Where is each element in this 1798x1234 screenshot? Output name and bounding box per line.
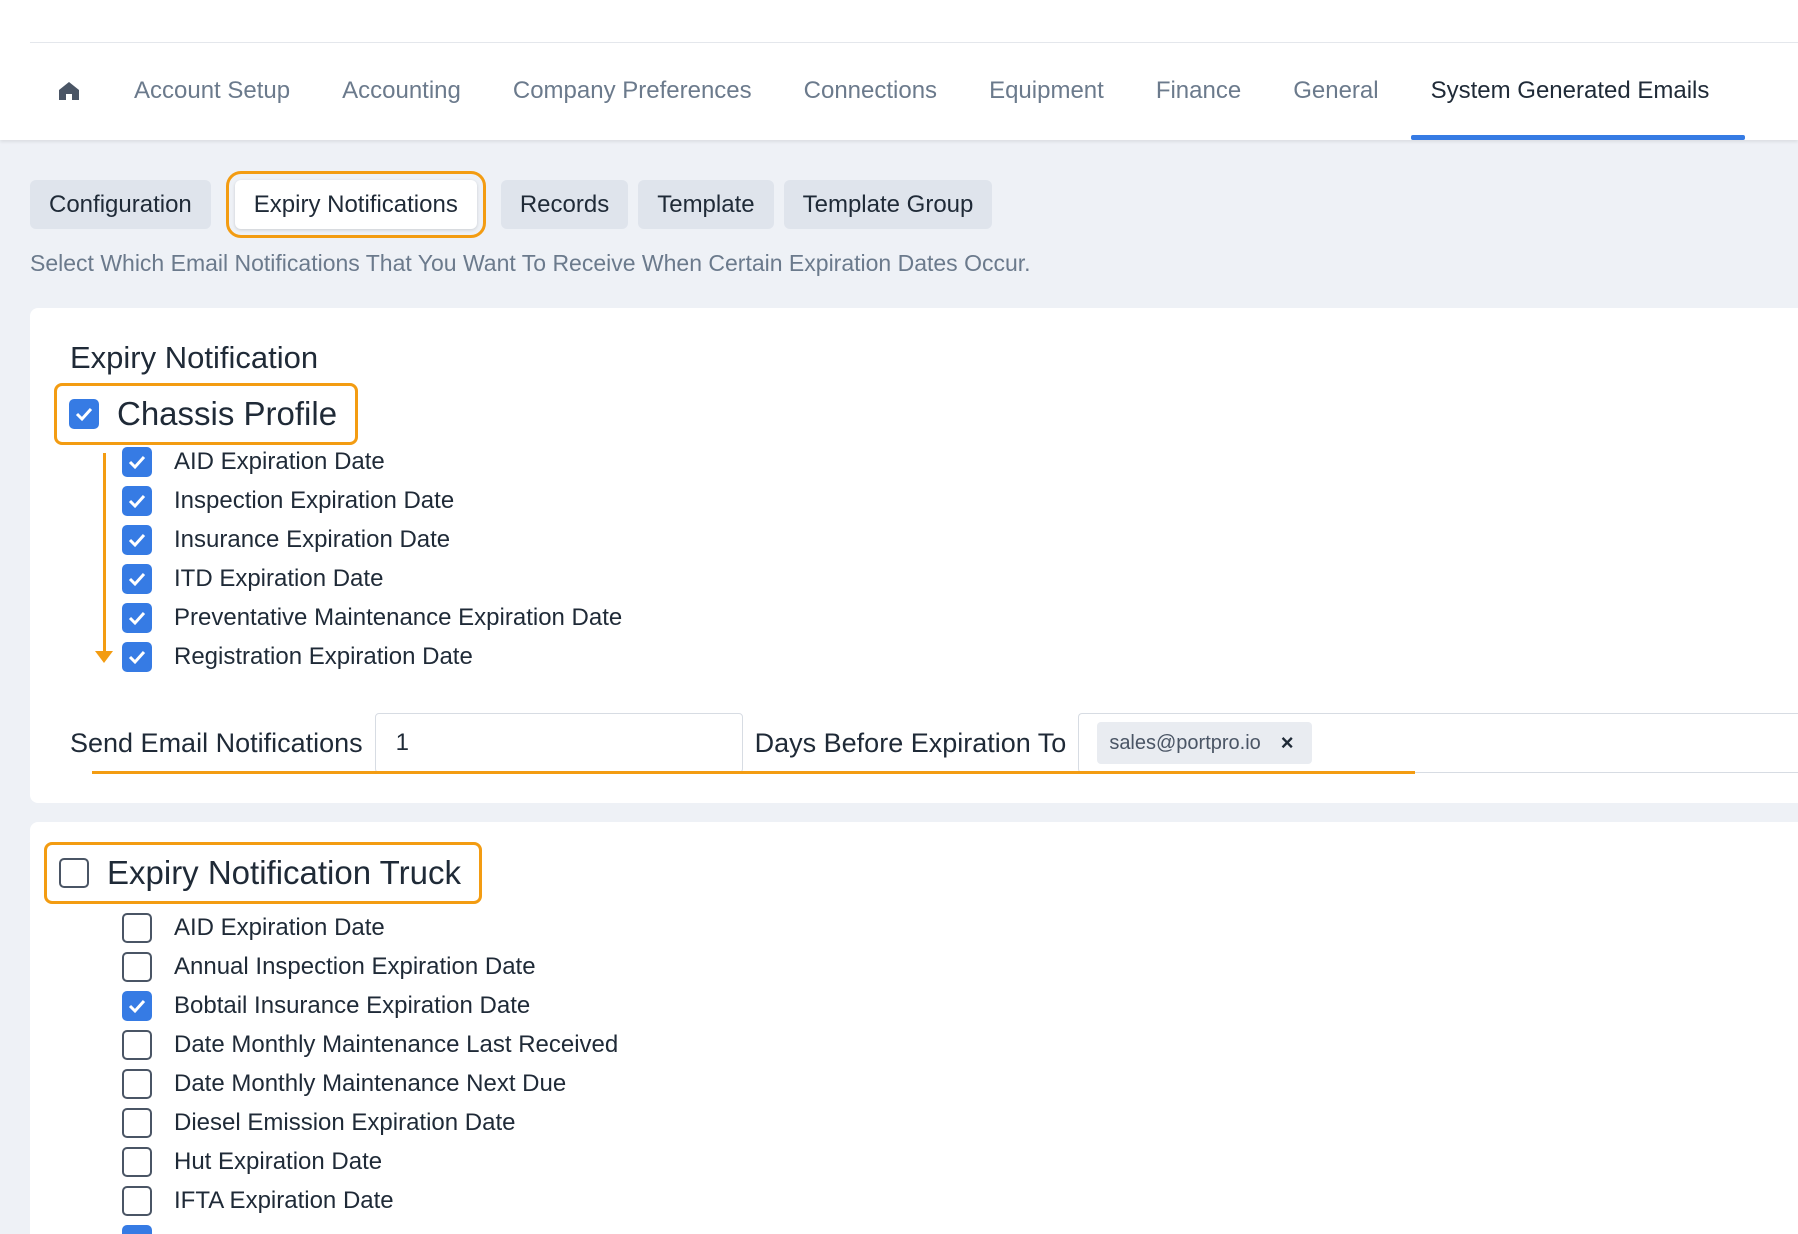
- item-checkbox[interactable]: [122, 641, 152, 672]
- item-checkbox[interactable]: [122, 563, 152, 594]
- days-before-input[interactable]: 1: [374, 713, 743, 773]
- item-label: Inspection Expiration Date: [174, 486, 455, 514]
- item-checkbox[interactable]: [122, 446, 152, 477]
- item-checkbox[interactable]: [122, 485, 152, 516]
- nav-connections[interactable]: Connections: [778, 42, 963, 140]
- tab-records[interactable]: Records: [500, 180, 629, 229]
- list-item[interactable]: IFTA Expiration Date: [122, 1181, 618, 1220]
- item-checkbox[interactable]: [122, 1224, 152, 1234]
- nav-equipment[interactable]: Equipment: [963, 42, 1130, 140]
- item-label: Registration Expiration Date: [174, 642, 473, 670]
- item-checkbox[interactable]: [122, 990, 152, 1021]
- email-chip-label: sales@portpro.io: [1109, 731, 1261, 754]
- item-checkbox[interactable]: [122, 1185, 152, 1216]
- check-icon: [128, 611, 146, 625]
- tab-template-group[interactable]: Template Group: [783, 180, 993, 229]
- top-header: Account Setup Accounting Company Prefere…: [0, 0, 1798, 140]
- truck-group-label: Expiry Notification Truck: [107, 854, 461, 891]
- item-checkbox[interactable]: [122, 1107, 152, 1138]
- item-label: IFTA Expiration Date: [174, 1186, 394, 1214]
- chassis-notification-card: Expiry Notification Chassis Profile AID …: [30, 308, 1798, 803]
- section-title: Expiry Notification: [70, 340, 319, 375]
- arrow-head-icon: [95, 651, 113, 663]
- nav-company-preferences[interactable]: Company Preferences: [487, 42, 778, 140]
- home-icon[interactable]: [30, 42, 108, 140]
- help-text: Select Which Email Notifications That Yo…: [30, 250, 1031, 276]
- item-label: Bobtail Insurance Expiration Date: [174, 991, 531, 1019]
- nav-accounting[interactable]: Accounting: [316, 42, 487, 140]
- truck-notification-card: Expiry Notification Truck AID Expiration…: [30, 822, 1798, 1234]
- item-checkbox[interactable]: [122, 602, 152, 633]
- item-checkbox[interactable]: [122, 1068, 152, 1099]
- list-item[interactable]: Bobtail Insurance Expiration Date: [122, 986, 618, 1025]
- list-item[interactable]: AID Expiration Date: [122, 442, 622, 481]
- item-checkbox[interactable]: [122, 524, 152, 555]
- nav-system-generated-emails[interactable]: System Generated Emails: [1405, 42, 1746, 140]
- check-icon: [142, 1233, 144, 1234]
- item-label: Date Monthly Maintenance Last Received: [174, 1030, 619, 1058]
- check-icon: [128, 999, 146, 1013]
- list-item[interactable]: Diesel Emission Expiration Date: [122, 1103, 618, 1142]
- chassis-items-list: AID Expiration Date Inspection Expiratio…: [122, 442, 622, 676]
- send-email-row: Send Email Notifications 1 Days Before E…: [70, 713, 1798, 773]
- list-item[interactable]: Annual Inspection Expiration Date: [122, 947, 618, 986]
- item-label: Diesel Emission Expiration Date: [174, 1108, 516, 1136]
- item-label: AID Expiration Date: [174, 447, 385, 475]
- item-label: AID Expiration Date: [174, 913, 385, 941]
- truck-group-checkbox[interactable]: [59, 858, 89, 888]
- settings-nav: Account Setup Accounting Company Prefere…: [30, 42, 1798, 140]
- nav-account-setup[interactable]: Account Setup: [108, 42, 316, 140]
- hierarchy-arrow: [103, 453, 106, 653]
- tab-expiry-notifications[interactable]: Expiry Notifications: [225, 171, 486, 238]
- list-item[interactable]: Inspection Expiration Date: [122, 481, 622, 520]
- sub-tabs: Configuration Expiry Notifications Recor…: [30, 171, 1002, 238]
- tab-configuration[interactable]: Configuration: [30, 180, 211, 229]
- chassis-profile-label: Chassis Profile: [117, 395, 338, 432]
- tab-template[interactable]: Template: [638, 180, 774, 229]
- email-chip: sales@portpro.io ×: [1097, 722, 1312, 764]
- check-icon: [128, 572, 146, 586]
- check-icon: [75, 407, 93, 422]
- list-item[interactable]: Insurance Expiration Date: [122, 520, 622, 559]
- days-before-label: Days Before Expiration To: [754, 727, 1067, 758]
- item-label: Date Monthly Maintenance Next Due: [174, 1069, 567, 1097]
- list-item[interactable]: Date Monthly Maintenance Next Due: [122, 1064, 618, 1103]
- item-label: Hut Expiration Date: [174, 1147, 383, 1175]
- list-item[interactable]: Hut Expiration Date: [122, 1142, 618, 1181]
- send-email-label: Send Email Notifications: [70, 727, 363, 758]
- truck-items-list: AID Expiration Date Annual Inspection Ex…: [122, 908, 618, 1234]
- item-checkbox[interactable]: [122, 1029, 152, 1060]
- item-label: Preventative Maintenance Expiration Date: [174, 603, 623, 631]
- truck-group[interactable]: Expiry Notification Truck: [44, 842, 482, 904]
- chassis-profile-checkbox[interactable]: [69, 399, 99, 429]
- item-checkbox[interactable]: [122, 951, 152, 982]
- chassis-profile-group[interactable]: Chassis Profile: [54, 383, 359, 445]
- remove-chip-icon[interactable]: ×: [1281, 730, 1294, 756]
- item-label: Insurance Expiration Date: [174, 525, 451, 553]
- item-checkbox[interactable]: [122, 912, 152, 943]
- list-item[interactable]: Preventative Maintenance Expiration Date: [122, 598, 622, 637]
- item-label: Annual Inspection Expiration Date: [174, 952, 536, 980]
- check-icon: [128, 533, 146, 547]
- check-icon: [128, 494, 146, 508]
- nav-general[interactable]: General: [1267, 42, 1404, 140]
- item-checkbox[interactable]: [122, 1146, 152, 1177]
- nav-finance[interactable]: Finance: [1130, 42, 1267, 140]
- list-item[interactable]: [122, 1220, 618, 1234]
- recipient-email-field[interactable]: sales@portpro.io ×: [1078, 713, 1798, 773]
- item-label: ITD Expiration Date: [174, 564, 384, 592]
- highlight-underline: [92, 771, 1415, 774]
- check-icon: [128, 455, 146, 469]
- list-item[interactable]: Registration Expiration Date: [122, 637, 622, 676]
- check-icon: [128, 650, 146, 664]
- list-item[interactable]: ITD Expiration Date: [122, 559, 622, 598]
- list-item[interactable]: AID Expiration Date: [122, 908, 618, 947]
- list-item[interactable]: Date Monthly Maintenance Last Received: [122, 1025, 618, 1064]
